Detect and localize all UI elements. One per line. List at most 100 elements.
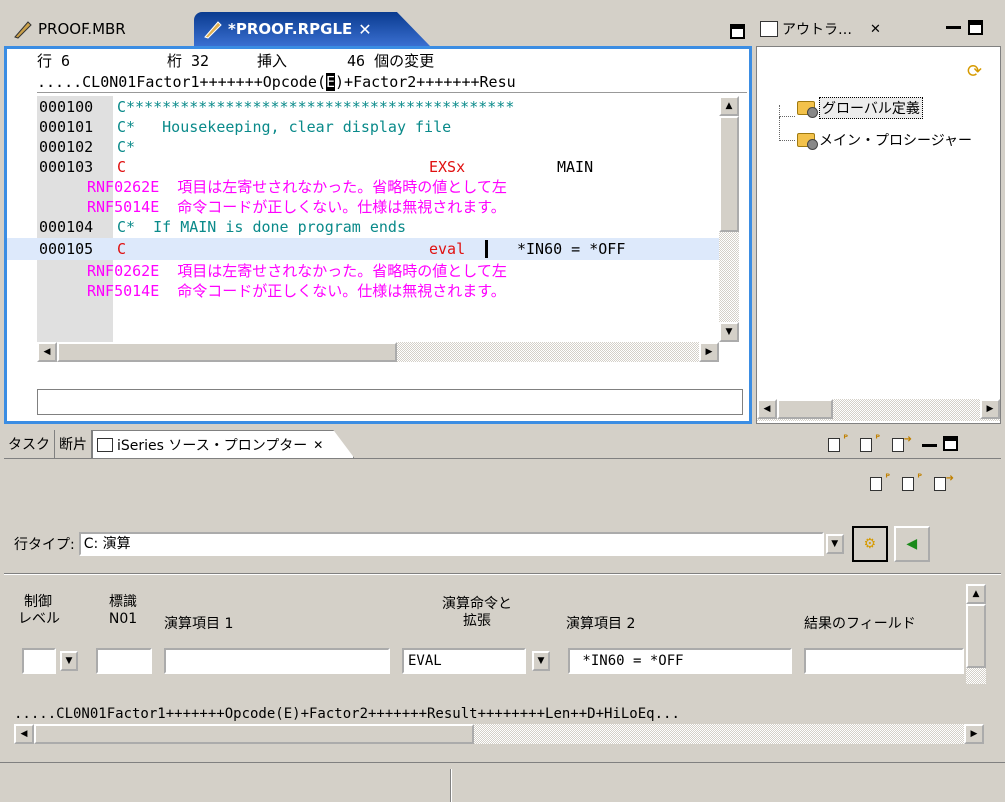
view-toolbar: ᴾ ᴾ ➜ (820, 434, 958, 454)
scroll-left-icon[interactable]: ◀ (37, 342, 57, 362)
arrow-back-icon: ◀ (906, 536, 918, 552)
minimize-icon[interactable] (946, 26, 961, 29)
tab-snippets[interactable]: 断片 (55, 430, 92, 458)
error-text: RNF5014E 命令コードが正しくない。仕様は無視されます。 (87, 282, 506, 300)
apply-icon[interactable]: ➜ (932, 473, 954, 493)
sync-icon[interactable]: ⟳ (967, 61, 982, 82)
scroll-right-icon[interactable]: ▶ (980, 399, 1000, 419)
ruler-cursor: E (325, 73, 336, 91)
tab-outline[interactable]: アウトラ… ✕ (756, 12, 896, 46)
indicator-field[interactable] (96, 648, 152, 674)
ruler-before: .....CL0N01Factor1+++++++Opcode( (37, 73, 326, 91)
code-line[interactable]: 000100 C*********************************… (7, 96, 719, 118)
minimize-icon[interactable] (922, 444, 937, 447)
horizontal-scrollbar[interactable]: ◀ ▶ (14, 724, 984, 744)
factor2-label: 演算項目 2 (566, 616, 636, 632)
vertical-scrollbar[interactable]: ▲ (966, 584, 986, 684)
tree-item-main-procedure[interactable]: メイン・プロシージャー (797, 129, 972, 151)
prompter-view: タスク 断片 iSeries ソース・プロンプター ✕ ᴾ ᴾ ➜ ᴾ ᴾ ➜ … (4, 428, 1001, 762)
horizontal-scrollbar[interactable]: ◀ ▶ (757, 399, 1000, 421)
opcode-select[interactable]: EVAL (402, 648, 526, 674)
insert-after-icon[interactable]: ᴾ (900, 473, 922, 493)
scroll-down-icon[interactable]: ▼ (719, 322, 739, 342)
scroll-thumb[interactable] (966, 604, 986, 668)
maximize-icon[interactable] (730, 24, 745, 39)
error-text: RNF5014E 命令コードが正しくない。仕様は無視されます。 (87, 198, 506, 216)
tab-source-prompter[interactable]: iSeries ソース・プロンプター ✕ (92, 430, 355, 458)
scroll-thumb[interactable] (57, 342, 397, 362)
close-icon[interactable]: ✕ (870, 22, 881, 37)
control-level-select[interactable] (22, 648, 56, 674)
prompter-ruler: .....CL0N01Factor1+++++++Opcode(E)+Facto… (14, 706, 680, 722)
scroll-thumb[interactable] (777, 399, 833, 419)
scroll-right-icon[interactable]: ▶ (699, 342, 719, 362)
indicator-label: 標識 N01 (108, 594, 138, 627)
result-field[interactable] (804, 648, 964, 674)
spec-letter: C (117, 158, 127, 176)
chevron-down-icon[interactable]: ▼ (60, 651, 78, 671)
tab-label: *PROOF.RPGLE (228, 20, 353, 38)
scroll-up-icon[interactable]: ▲ (719, 96, 739, 116)
line-type-row: 行タイプ: C: 演算 ▼ ⚙ ◀ (14, 526, 930, 562)
close-icon[interactable]: ✕ (358, 20, 371, 39)
chevron-down-icon[interactable]: ▼ (532, 651, 550, 671)
factor2-text: MAIN (557, 158, 594, 176)
ruler-after: )+Factor2+++++++Resu (335, 73, 516, 91)
folder-gear-icon (797, 101, 818, 118)
code-line[interactable]: 000102 C* (7, 136, 719, 158)
code-text: C* Housekeeping, clear display file (117, 118, 452, 136)
sequence-number: 000104 (39, 218, 94, 236)
tree-item-global[interactable]: グローバル定義 (797, 97, 923, 119)
insert-after-icon[interactable]: ᴾ (858, 434, 880, 454)
control-level-label: 制御 レベル (18, 594, 60, 627)
sequence-number: 000102 (39, 138, 94, 156)
horizontal-scrollbar[interactable]: ◀ ▶ (37, 342, 719, 362)
error-message: RNF0262E 項目は左寄せされなかった。省略時の値として左 (7, 176, 719, 198)
apply-icon[interactable]: ➜ (890, 434, 912, 454)
close-icon[interactable]: ✕ (313, 438, 323, 452)
command-line-field[interactable] (37, 389, 743, 415)
vertical-scrollbar[interactable]: ▲ ▼ (719, 96, 739, 342)
outline-icon (760, 21, 778, 37)
folder-gear-icon (797, 133, 818, 150)
sequence-number: 000101 (39, 118, 94, 136)
tab-proof-rpgle[interactable]: *PROOF.RPGLE ✕ (194, 12, 430, 46)
insert-before-icon[interactable]: ᴾ (868, 473, 890, 493)
column-ruler: .....CL0N01Factor1+++++++Opcode(E)+Facto… (37, 71, 747, 93)
scroll-up-icon[interactable]: ▲ (966, 584, 986, 604)
tab-tasks[interactable]: タスク (4, 430, 55, 458)
code-line[interactable]: 000104 C* If MAIN is done program ends (7, 216, 719, 238)
scroll-right-icon[interactable]: ▶ (964, 724, 984, 744)
line-type-combo[interactable]: C: 演算 (78, 532, 824, 556)
chevron-down-icon[interactable]: ▼ (825, 534, 844, 554)
code-line[interactable]: 000103 C EXSx MAIN (7, 156, 719, 178)
maximize-icon[interactable] (943, 436, 958, 451)
column-indicator: 桁 32 (167, 51, 210, 70)
back-button[interactable]: ◀ (893, 526, 930, 562)
opcode-text: EXSx (429, 158, 466, 176)
tree-item-label: グローバル定義 (819, 97, 923, 119)
prompt-button[interactable]: ⚙ (851, 526, 888, 562)
scroll-left-icon[interactable]: ◀ (14, 724, 34, 744)
maximize-icon[interactable] (968, 20, 983, 35)
factor2-text: *IN60 = *OFF (517, 240, 626, 258)
scroll-left-icon[interactable]: ◀ (757, 399, 777, 419)
tab-proof-mbr[interactable]: PROOF.MBR (4, 12, 194, 46)
tab-label: iSeries ソース・プロンプター (117, 437, 308, 454)
error-text: RNF0262E 項目は左寄せされなかった。省略時の値として左 (87, 178, 507, 196)
pencil-icon (204, 21, 222, 39)
scroll-thumb[interactable] (34, 724, 474, 744)
current-line[interactable]: 000105 Ceval *IN60 = *OFF (7, 238, 719, 260)
insert-mode: 挿入 (257, 51, 288, 70)
editor-view: PROOF.MBR *PROOF.RPGLE ✕ 行 6 桁 32 挿入 46 … (4, 6, 752, 424)
code-area[interactable]: 000100 C*********************************… (7, 96, 719, 342)
gear-icon: ⚙ (863, 536, 876, 552)
scroll-thumb[interactable] (719, 116, 739, 232)
tree-connector (779, 117, 795, 141)
error-text: RNF0262E 項目は左寄せされなかった。省略時の値として左 (87, 262, 507, 280)
code-line[interactable]: 000101 C* Housekeeping, clear display fil… (7, 116, 719, 138)
factor2-field[interactable]: *IN60 = *OFF (568, 648, 792, 674)
factor1-field[interactable] (164, 648, 390, 674)
insert-before-icon[interactable]: ᴾ (826, 434, 848, 454)
result-field-label: 結果のフィールド (804, 616, 916, 632)
